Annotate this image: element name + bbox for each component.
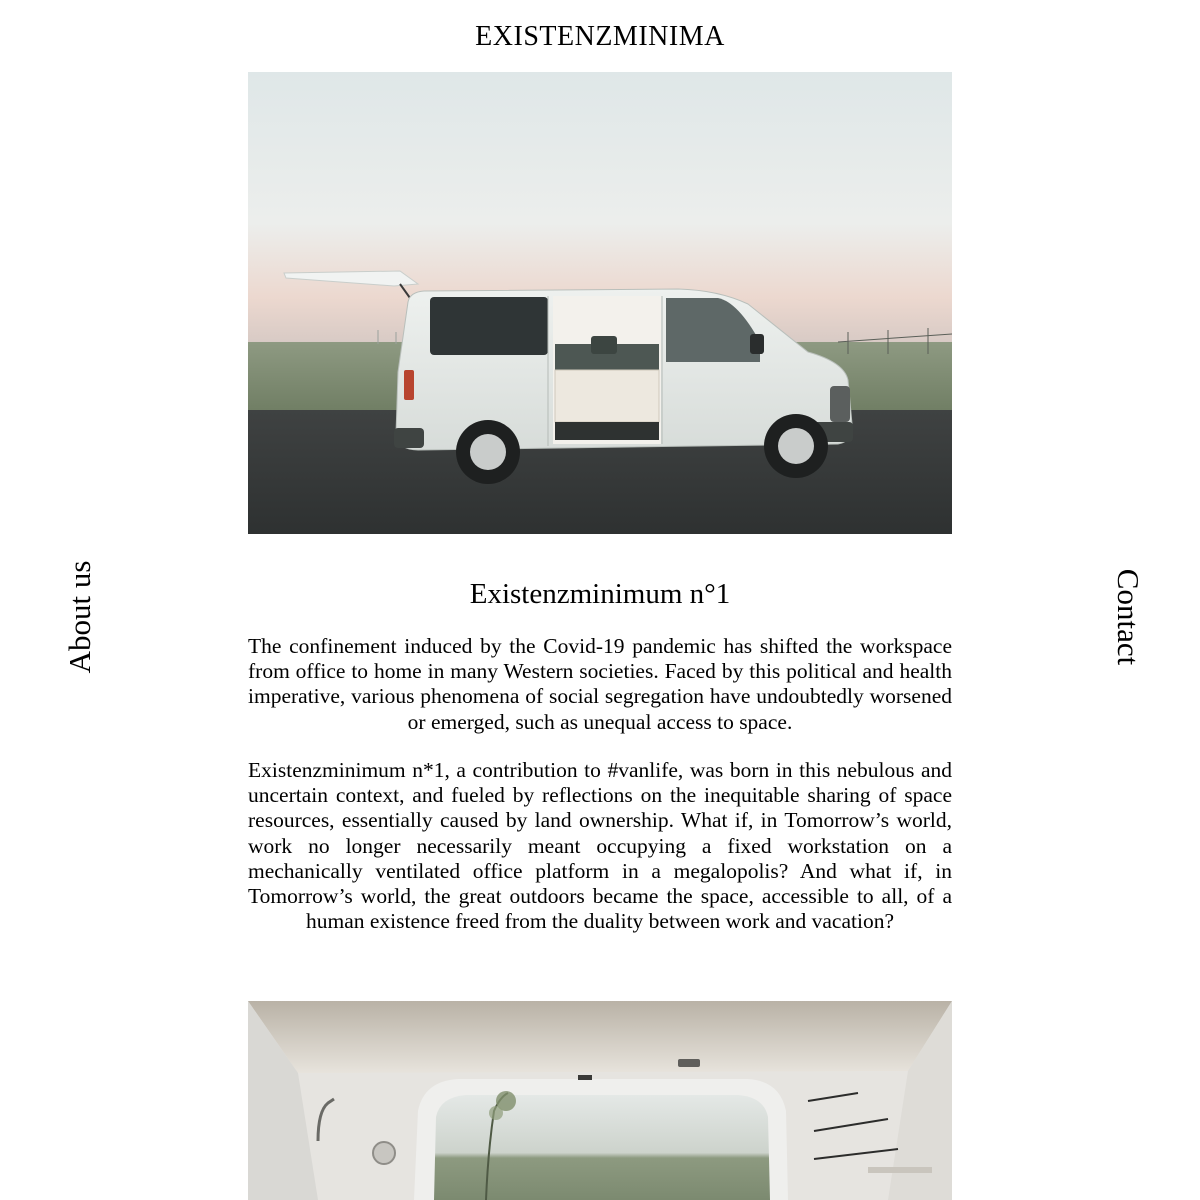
van-exterior-photo: [248, 72, 952, 534]
van-interior-photo: [248, 1001, 952, 1200]
site-title[interactable]: EXISTENZMINIMA: [0, 20, 1200, 54]
contact-link[interactable]: Contact: [1110, 569, 1146, 665]
page: EXISTENZMINIMA About us Contact Existenz…: [0, 0, 1200, 1200]
project-title: Existenzminimum n°1: [469, 578, 731, 610]
intro-paragraph: The confinement induced by the Covid-19 …: [248, 634, 952, 734]
about-us-link[interactable]: About us: [62, 561, 98, 674]
body-paragraph: Existenzminimum n*1, a contribution to #…: [248, 758, 952, 934]
